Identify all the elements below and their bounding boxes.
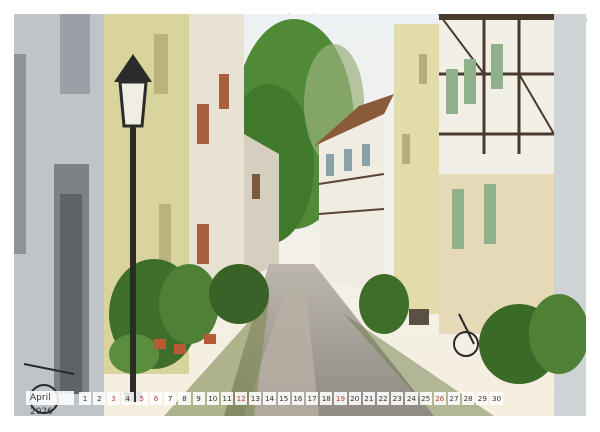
- day-cell: 20: [348, 391, 361, 405]
- day-cell: 1: [79, 391, 92, 405]
- street-photo: [14, 14, 586, 416]
- calendar-page: April 2026 1 2 3 4 5 6 7 8 9 10 11 12 13 14 15 16 17 18 19…: [0, 0, 600, 432]
- day-cell: 14: [263, 391, 276, 405]
- day-cell: 18: [320, 391, 333, 405]
- day-cell: 7: [164, 391, 177, 405]
- day-cell: 21: [362, 391, 375, 405]
- day-cell: 5: [135, 391, 148, 405]
- day-cell: 19: [334, 391, 347, 405]
- month-label: April 2026: [26, 391, 74, 417]
- day-cell: 9: [192, 391, 205, 405]
- day-cell: 6: [149, 391, 163, 405]
- day-cell: 8: [178, 391, 191, 405]
- day-cell: 30: [490, 391, 503, 405]
- day-cell: 23: [391, 391, 404, 405]
- day-cell: 12: [235, 391, 248, 405]
- day-cell: 28: [462, 391, 475, 405]
- day-cell: 25: [419, 391, 432, 405]
- day-cell: 2: [93, 391, 106, 405]
- day-cell: 26: [433, 391, 446, 405]
- day-cell: 27: [447, 391, 461, 405]
- day-cell: 22: [376, 391, 390, 405]
- day-cell: 16: [291, 391, 304, 405]
- day-cell: 10: [206, 391, 219, 405]
- photo-illustration: [14, 14, 586, 416]
- day-cell: 24: [405, 391, 418, 405]
- day-cell: 4: [121, 391, 134, 405]
- day-cell: 3: [107, 391, 120, 405]
- day-cell: 17: [306, 391, 319, 405]
- calendar-strip: April 2026 1 2 3 4 5 6 7 8 9 10 11 12 13 14 15 16 17 18 19…: [26, 390, 503, 417]
- day-cell: 29: [476, 391, 489, 405]
- day-cell: 11: [220, 391, 234, 405]
- day-cell: 15: [277, 391, 290, 405]
- day-cell: 13: [249, 391, 262, 405]
